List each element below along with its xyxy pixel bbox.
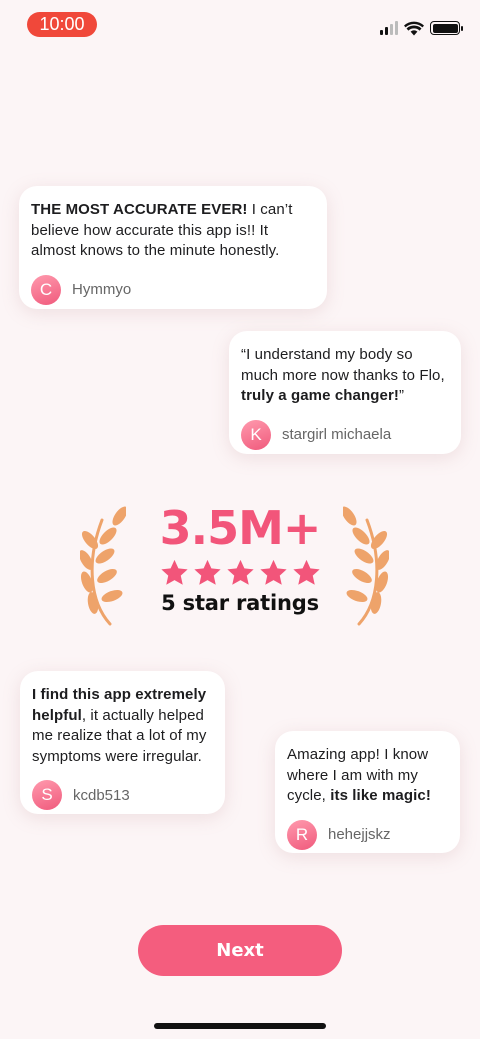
- rating-count: 3.5M+: [159, 501, 322, 555]
- review-card: Amazing app! I know where I am with my c…: [275, 731, 460, 853]
- wifi-icon: [404, 21, 424, 35]
- home-indicator[interactable]: [154, 1023, 326, 1029]
- laurel-icon: [80, 506, 126, 626]
- laurel-icon: [343, 506, 389, 626]
- review-author: S kcdb513: [32, 780, 213, 810]
- review-card: “I understand my body so much more now t…: [229, 331, 461, 454]
- status-bar: 10:00: [0, 0, 480, 48]
- status-icons: [380, 18, 463, 38]
- star-icon: [160, 559, 188, 585]
- star-icon: [193, 559, 221, 585]
- author-name: kcdb513: [73, 786, 130, 804]
- stars-row: [150, 558, 330, 588]
- star-icon: [259, 559, 287, 585]
- avatar: S: [32, 780, 62, 810]
- rating-summary: 3.5M+ 5 star ratings: [150, 500, 330, 615]
- review-text: “I understand my body so much more now t…: [241, 346, 445, 404]
- avatar: C: [31, 274, 61, 305]
- star-icon: [292, 559, 320, 585]
- avatar: R: [287, 819, 317, 850]
- review-author: R hehejjskz: [287, 819, 448, 850]
- avatar: K: [241, 419, 271, 450]
- author-name: Hymmyo: [72, 281, 132, 298]
- status-time: 10:00: [27, 12, 97, 37]
- signal-icon: [380, 21, 398, 35]
- review-text: I find this app extremely helpful, it ac…: [32, 686, 207, 765]
- star-icon: [226, 559, 254, 585]
- review-card: THE MOST ACCURATE EVER! I can’t believe …: [19, 186, 327, 309]
- author-name: hehejjskz: [328, 826, 391, 843]
- review-author: C Hymmyo: [31, 274, 315, 305]
- author-name: stargirl michaela: [282, 426, 392, 443]
- review-card: I find this app extremely helpful, it ac…: [20, 671, 225, 814]
- review-author: K stargirl michaela: [241, 419, 449, 450]
- next-button[interactable]: Next: [138, 925, 342, 976]
- review-text: THE MOST ACCURATE EVER! I can’t believe …: [31, 201, 293, 259]
- rating-label: 5 star ratings: [161, 591, 319, 615]
- battery-icon: [430, 21, 463, 35]
- review-text: Amazing app! I know where I am with my c…: [287, 746, 431, 804]
